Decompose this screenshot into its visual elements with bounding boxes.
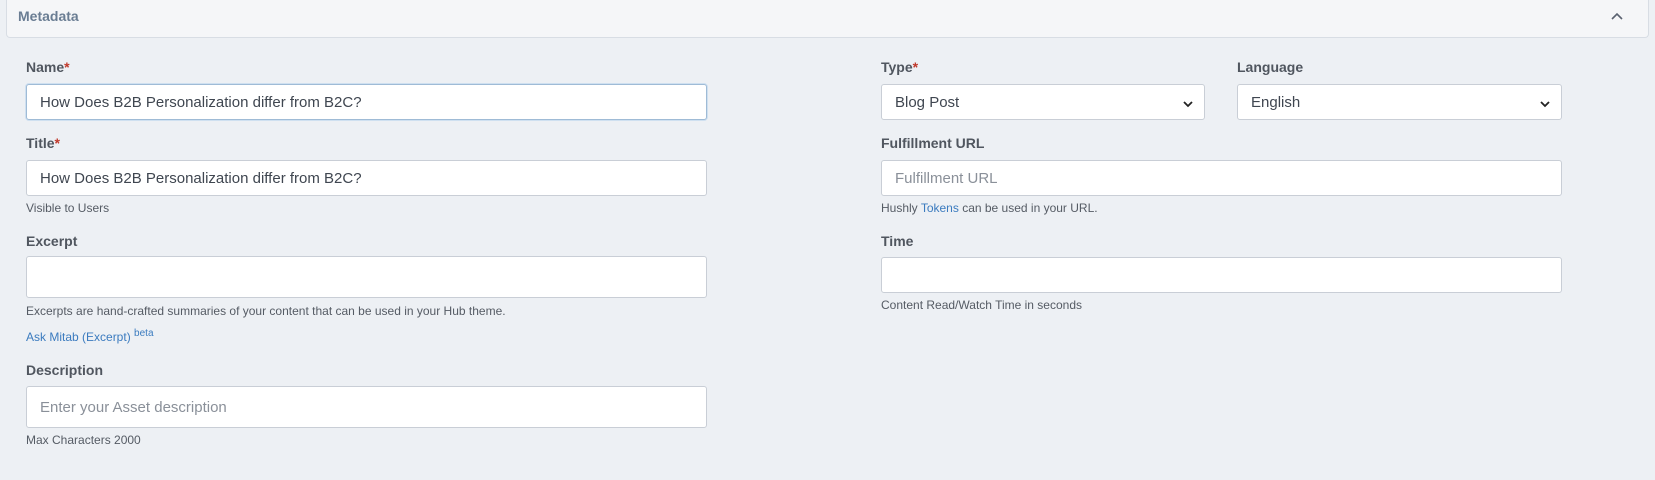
title-help: Visible to Users (26, 201, 110, 215)
description-help: Max Characters 2000 (26, 433, 141, 447)
language-select[interactable]: English (1237, 84, 1562, 120)
title-label-text: Title (26, 135, 55, 151)
type-selected-value: Blog Post (895, 93, 960, 111)
fulfillment-url-input[interactable] (881, 160, 1562, 196)
description-label: Description (26, 362, 104, 378)
name-label-text: Name (26, 59, 65, 75)
excerpt-label: Excerpt (26, 233, 78, 249)
beta-badge: beta (134, 328, 154, 339)
ask-mitab-excerpt: Ask Mitab (Excerpt) beta (26, 328, 154, 344)
required-mark: * (64, 59, 70, 75)
chevron-down-icon (1539, 97, 1551, 109)
title-label: Title* (26, 135, 60, 151)
fulfillment-url-label: Fulfillment URL (881, 135, 985, 151)
time-label: Time (881, 233, 914, 249)
time-input[interactable] (881, 257, 1562, 293)
fulfillment-url-help: Hushly Tokens can be used in your URL. (881, 201, 1098, 215)
excerpt-input[interactable] (26, 256, 707, 298)
title-input[interactable] (26, 160, 707, 196)
description-input[interactable] (26, 386, 707, 428)
time-help: Content Read/Watch Time in seconds (881, 298, 1082, 312)
required-mark: * (54, 135, 60, 151)
chevron-up-icon[interactable] (1606, 6, 1628, 28)
help-prefix: Hushly (881, 201, 918, 215)
type-label: Type* (881, 59, 918, 75)
ask-mitab-excerpt-link[interactable]: Ask Mitab (Excerpt) (26, 330, 131, 344)
chevron-down-icon (1182, 97, 1194, 109)
panel-title: Metadata (18, 8, 79, 24)
name-input[interactable] (26, 84, 707, 120)
metadata-panel-header[interactable]: Metadata (6, 0, 1649, 38)
excerpt-help: Excerpts are hand-crafted summaries of y… (26, 304, 506, 318)
required-mark: * (912, 59, 919, 75)
tokens-link[interactable]: Tokens (921, 201, 959, 215)
name-label: Name* (26, 59, 70, 75)
type-select[interactable]: Blog Post (881, 84, 1205, 120)
language-label: Language (1237, 59, 1304, 75)
help-suffix: can be used in your URL. (962, 201, 1098, 215)
type-label-text: Type (881, 59, 913, 75)
language-selected-value: English (1251, 93, 1301, 111)
